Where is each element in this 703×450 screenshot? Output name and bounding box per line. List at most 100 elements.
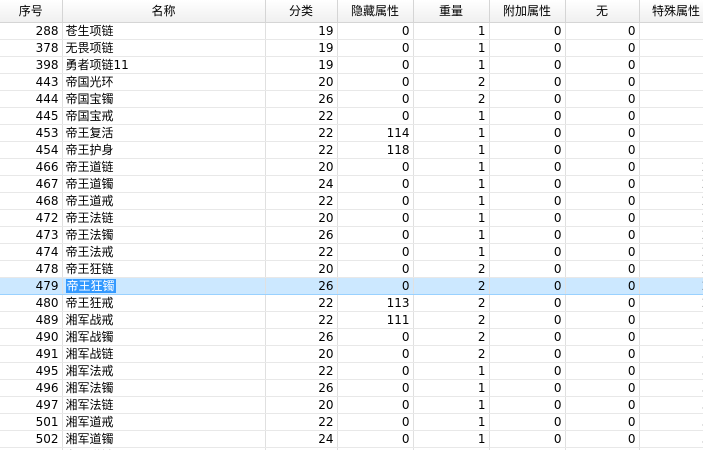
- cell-category[interactable]: 24: [265, 430, 338, 448]
- cell-extra-attr[interactable]: 0: [489, 124, 566, 142]
- cell-category[interactable]: 22: [265, 311, 338, 329]
- cell-special-attr[interactable]: [639, 73, 703, 91]
- cell-special-attr[interactable]: 3: [639, 311, 703, 329]
- cell-special-attr[interactable]: 2: [639, 294, 703, 312]
- cell-special-attr[interactable]: 3: [639, 396, 703, 414]
- table-row[interactable]: 491湘军战链2002003: [0, 345, 703, 363]
- cell-special-attr[interactable]: 3: [639, 362, 703, 380]
- table-row[interactable]: 489湘军战戒221112003: [0, 311, 703, 329]
- cell-extra-attr[interactable]: 0: [489, 413, 566, 431]
- cell-name[interactable]: 湘军法戒: [62, 362, 266, 380]
- cell-id[interactable]: 495: [0, 362, 63, 380]
- cell-hidden-attr[interactable]: 0: [337, 158, 414, 176]
- cell-category[interactable]: 19: [265, 39, 338, 57]
- cell-none[interactable]: 0: [565, 260, 640, 278]
- cell-name[interactable]: 湘军法镯: [62, 379, 266, 397]
- cell-special-attr[interactable]: [639, 22, 703, 40]
- cell-weight[interactable]: 1: [413, 362, 490, 380]
- cell-name[interactable]: 勇者项链11: [62, 56, 266, 74]
- cell-id[interactable]: 502: [0, 430, 63, 448]
- column-header-hidden-attr[interactable]: 隐藏属性: [337, 0, 414, 23]
- cell-hidden-attr[interactable]: 0: [337, 175, 414, 193]
- cell-category[interactable]: 22: [265, 362, 338, 380]
- cell-category[interactable]: 22: [265, 124, 338, 142]
- cell-none[interactable]: 0: [565, 294, 640, 312]
- table-row[interactable]: 501湘军道戒2201003: [0, 413, 703, 431]
- cell-id[interactable]: 480: [0, 294, 63, 312]
- cell-weight[interactable]: 2: [413, 260, 490, 278]
- table-row[interactable]: 378 无畏项链 19 0 1 0 0: [0, 39, 703, 57]
- cell-special-attr[interactable]: 2: [639, 226, 703, 244]
- cell-id[interactable]: 474: [0, 243, 63, 261]
- cell-extra-attr[interactable]: 0: [489, 22, 566, 40]
- cell-extra-attr[interactable]: 0: [489, 345, 566, 363]
- table-row[interactable]: 497湘军法链2001003: [0, 396, 703, 414]
- table-row[interactable]: 480帝王狂戒221132002: [0, 294, 703, 312]
- cell-hidden-attr[interactable]: 0: [337, 56, 414, 74]
- table-row[interactable]: 495湘军法戒2201003: [0, 362, 703, 380]
- cell-weight[interactable]: 1: [413, 226, 490, 244]
- cell-id[interactable]: 468: [0, 192, 63, 210]
- table-row[interactable]: 472帝王法链2001002: [0, 209, 703, 227]
- column-header-id[interactable]: 序号: [0, 0, 63, 23]
- cell-hidden-attr[interactable]: 111: [337, 311, 414, 329]
- cell-none[interactable]: 0: [565, 277, 640, 295]
- cell-name[interactable]: 湘军战镯: [62, 328, 266, 346]
- cell-weight[interactable]: 1: [413, 124, 490, 142]
- cell-weight[interactable]: 1: [413, 209, 490, 227]
- cell-weight[interactable]: 1: [413, 158, 490, 176]
- cell-extra-attr[interactable]: 0: [489, 260, 566, 278]
- table-row[interactable]: 479帝王狂镯2602002: [0, 277, 703, 295]
- cell-none[interactable]: 0: [565, 379, 640, 397]
- cell-hidden-attr[interactable]: 0: [337, 39, 414, 57]
- cell-name[interactable]: 湘军法链: [62, 396, 266, 414]
- cell-category[interactable]: 22: [265, 294, 338, 312]
- cell-weight[interactable]: 1: [413, 22, 490, 40]
- cell-id[interactable]: 398: [0, 56, 63, 74]
- cell-special-attr[interactable]: [639, 90, 703, 108]
- cell-hidden-attr[interactable]: 0: [337, 192, 414, 210]
- cell-name[interactable]: 无畏项链: [62, 39, 266, 57]
- table-row[interactable]: 502湘军道镯2401003: [0, 430, 703, 448]
- table-row[interactable]: 445 帝国宝戒 22 0 1 0 0: [0, 107, 703, 125]
- cell-hidden-attr[interactable]: 0: [337, 107, 414, 125]
- cell-category[interactable]: 26: [265, 226, 338, 244]
- cell-category[interactable]: 19: [265, 22, 338, 40]
- cell-hidden-attr[interactable]: 0: [337, 260, 414, 278]
- table-row[interactable]: 443 帝国光环 20 0 2 0 0: [0, 73, 703, 91]
- cell-id[interactable]: 443: [0, 73, 63, 91]
- cell-weight[interactable]: 1: [413, 192, 490, 210]
- cell-name[interactable]: 帝王法链: [62, 209, 266, 227]
- cell-name[interactable]: 湘军战链: [62, 345, 266, 363]
- cell-extra-attr[interactable]: 0: [489, 39, 566, 57]
- column-header-category[interactable]: 分类: [265, 0, 338, 23]
- cell-id[interactable]: 501: [0, 413, 63, 431]
- cell-extra-attr[interactable]: 0: [489, 311, 566, 329]
- cell-id[interactable]: 473: [0, 226, 63, 244]
- cell-none[interactable]: 0: [565, 39, 640, 57]
- cell-special-attr[interactable]: [639, 124, 703, 142]
- cell-hidden-attr[interactable]: 0: [337, 277, 414, 295]
- cell-name[interactable]: 帝王道戒: [62, 192, 266, 210]
- cell-extra-attr[interactable]: 0: [489, 396, 566, 414]
- cell-name[interactable]: 帝王狂链: [62, 260, 266, 278]
- cell-none[interactable]: 0: [565, 22, 640, 40]
- cell-weight[interactable]: 1: [413, 56, 490, 74]
- cell-none[interactable]: 0: [565, 175, 640, 193]
- column-header-special-attr[interactable]: 特殊属性: [639, 0, 703, 23]
- cell-name[interactable]: 帝王道镯: [62, 175, 266, 193]
- column-header-none[interactable]: 无: [565, 0, 640, 23]
- cell-hidden-attr[interactable]: 0: [337, 226, 414, 244]
- cell-weight[interactable]: 2: [413, 328, 490, 346]
- cell-category[interactable]: 20: [265, 158, 338, 176]
- cell-special-attr[interactable]: [639, 39, 703, 57]
- cell-extra-attr[interactable]: 0: [489, 175, 566, 193]
- cell-id[interactable]: 445: [0, 107, 63, 125]
- cell-special-attr[interactable]: 2: [639, 243, 703, 261]
- cell-category[interactable]: 20: [265, 345, 338, 363]
- cell-none[interactable]: 0: [565, 158, 640, 176]
- cell-name[interactable]: 湘军道戒: [62, 413, 266, 431]
- cell-hidden-attr[interactable]: 0: [337, 73, 414, 91]
- cell-special-attr[interactable]: 3: [639, 345, 703, 363]
- cell-none[interactable]: 0: [565, 413, 640, 431]
